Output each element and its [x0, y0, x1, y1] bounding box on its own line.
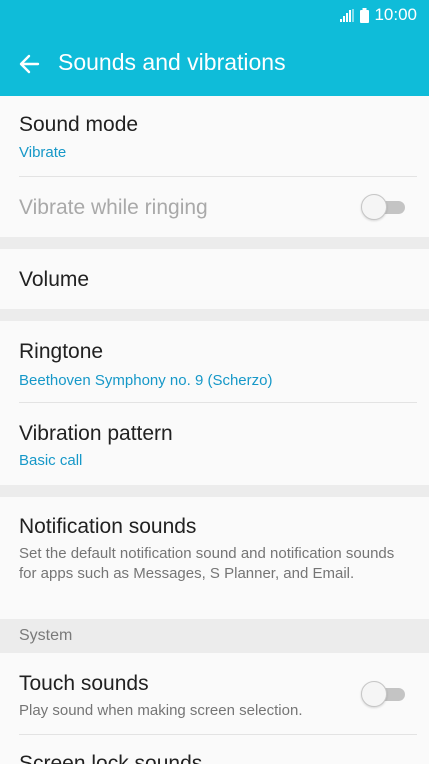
- notification-sounds-title: Notification sounds: [19, 515, 197, 538]
- notification-sounds-description: Set the default notification sound and n…: [19, 545, 395, 582]
- ringtone-item[interactable]: Ringtone Beethoven Symphony no. 9 (Scher…: [0, 321, 429, 403]
- vibrate-while-ringing-switch[interactable]: [361, 194, 407, 220]
- touch-sounds-title: Touch sounds: [19, 672, 149, 695]
- section-gap: [0, 485, 429, 497]
- vibration-pattern-value: Basic call: [19, 452, 83, 469]
- status-time: 10:00: [374, 5, 417, 24]
- ringtone-value: Beethoven Symphony no. 9 (Scherzo): [19, 372, 273, 389]
- sound-mode-card: Sound mode Vibrate Vibrate while ringing: [0, 96, 429, 237]
- back-arrow-icon: [19, 54, 40, 74]
- vibrate-while-ringing-title: Vibrate while ringing: [19, 196, 208, 219]
- sound-mode-value: Vibrate: [19, 144, 67, 161]
- page-title: Sounds and vibrations: [58, 49, 286, 75]
- volume-card: Volume: [0, 249, 429, 309]
- vibration-pattern-item[interactable]: Vibration pattern Basic call: [0, 403, 429, 485]
- status-icons: 10:00: [340, 5, 417, 25]
- back-button[interactable]: [12, 47, 46, 81]
- vibrate-while-ringing-item: Vibrate while ringing: [0, 177, 429, 237]
- ringtone-title: Ringtone: [19, 340, 104, 363]
- touch-sounds-item[interactable]: Touch sounds Play sound when making scre…: [0, 653, 429, 735]
- system-section-header: System: [0, 619, 429, 653]
- settings-list: Sound mode Vibrate Vibrate while ringing…: [0, 96, 429, 764]
- screen-lock-sounds-item[interactable]: Screen lock sounds: [0, 735, 429, 764]
- system-card: Touch sounds Play sound when making scre…: [0, 653, 429, 764]
- switch-thumb: [361, 194, 387, 220]
- status-bar: 10:00: [0, 0, 429, 31]
- signal-icon: [340, 8, 355, 22]
- switch-thumb: [361, 681, 387, 707]
- notification-sounds-item[interactable]: Notification sounds Set the default noti…: [0, 497, 429, 619]
- volume-item[interactable]: Volume: [0, 249, 429, 309]
- sound-mode-item[interactable]: Sound mode Vibrate: [0, 96, 429, 177]
- notification-sounds-card: Notification sounds Set the default noti…: [0, 497, 429, 619]
- section-gap: [0, 309, 429, 321]
- vibration-pattern-title: Vibration pattern: [19, 422, 173, 445]
- touch-sounds-description: Play sound when making screen selection.: [19, 702, 303, 719]
- touch-sounds-switch[interactable]: [361, 681, 407, 707]
- screen-lock-sounds-title: Screen lock sounds: [19, 752, 203, 764]
- app-bar: Sounds and vibrations: [0, 31, 429, 96]
- ringtone-card: Ringtone Beethoven Symphony no. 9 (Scher…: [0, 321, 429, 485]
- volume-title: Volume: [19, 268, 90, 291]
- sound-mode-title: Sound mode: [19, 113, 139, 136]
- battery-icon: [360, 7, 370, 23]
- section-gap: [0, 237, 429, 249]
